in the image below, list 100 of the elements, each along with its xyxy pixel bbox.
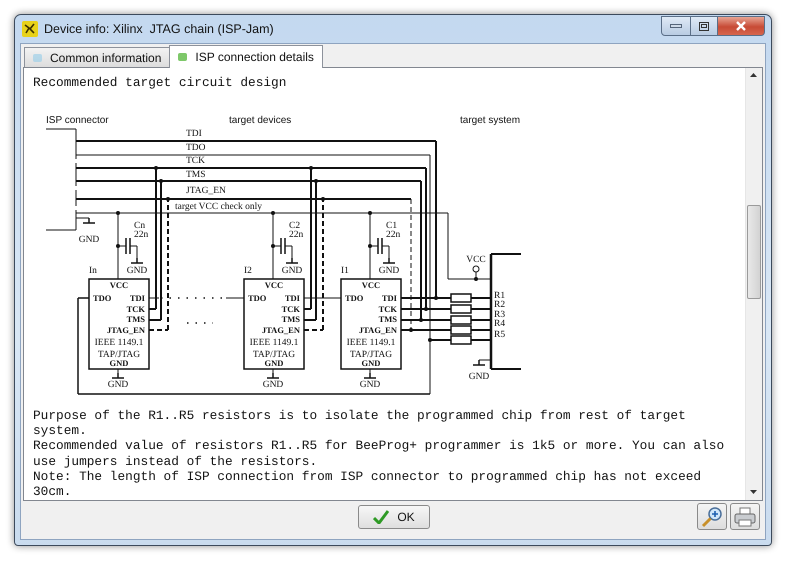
pin-label: JTAG_EN <box>106 325 145 335</box>
app-icon <box>22 21 38 37</box>
pin-label: VCC <box>264 280 284 290</box>
chip-label: I1 <box>341 266 349 276</box>
ground-icon <box>131 258 143 264</box>
capacitor-icon <box>118 238 138 258</box>
close-icon <box>735 21 747 31</box>
pin-label: JTAG_EN <box>358 325 397 335</box>
ground-icon <box>267 373 279 379</box>
resistor-label: R4 <box>494 319 506 329</box>
capacitor-value: 22n <box>134 230 148 240</box>
resistor-label: R3 <box>494 310 506 320</box>
zoom-button[interactable] <box>697 503 727 530</box>
pin-label: GND <box>264 358 284 368</box>
chip-label: I2 <box>244 266 252 276</box>
pin-label: TDI <box>284 293 300 303</box>
tab-icon <box>33 54 42 62</box>
chip-standard: IEEE 1149.1 <box>94 338 144 348</box>
ground-label: GND <box>360 380 380 390</box>
pin-label: TMS <box>378 314 397 324</box>
chip-interface: TAP/JTAG <box>252 350 296 360</box>
chip-standard: IEEE 1149.1 <box>346 338 396 348</box>
magnifier-icon <box>701 506 723 528</box>
pin-label: TDI <box>382 293 397 303</box>
ground-icon <box>286 258 298 264</box>
pin-label: GND <box>362 358 380 368</box>
resistor-label: R1 <box>494 291 506 301</box>
pin-label: TDO <box>345 293 364 303</box>
resistor-icon <box>450 293 472 303</box>
note-text: Recommended value of resistors R1..R5 for BeeProg+ programmer is 1k5 or more. You can also use jumpers instead of the resistors. <box>33 438 726 469</box>
capacitor-label: C1 <box>386 221 398 231</box>
signal-label: target VCC check only <box>175 202 262 212</box>
resistor-icon <box>450 335 472 345</box>
scroll-down-icon <box>750 490 757 494</box>
capacitor-label: Cn <box>134 221 146 231</box>
pin-label: TCK <box>282 304 300 314</box>
pin-label: TDO <box>93 293 112 303</box>
signal-label: TCK <box>186 156 205 166</box>
ground-icon <box>364 373 376 379</box>
ground-icon <box>473 360 485 366</box>
signal-label: TMS <box>186 170 206 180</box>
print-button[interactable] <box>730 503 760 530</box>
ground-label: GND <box>78 235 100 245</box>
scroll-up-icon <box>750 73 757 77</box>
capacitor-label: C2 <box>289 221 300 231</box>
minimize-button[interactable] <box>661 16 691 36</box>
scrollbar[interactable] <box>745 68 762 500</box>
signal-label: JTAG_EN <box>186 186 226 196</box>
pin-label: GND <box>110 358 128 368</box>
tab-icon <box>178 53 188 61</box>
pin-label: TMS <box>282 314 300 324</box>
checkmark-icon <box>373 510 390 524</box>
capacitor-value: 22n <box>289 230 304 240</box>
section-heading: Recommended target circuit design <box>33 75 288 91</box>
capacitor-value: 22n <box>386 230 400 240</box>
resistor-icon <box>450 315 472 325</box>
tab[interactable]: Common information <box>24 47 170 67</box>
pin-label: TDO <box>248 293 266 303</box>
ground-label: GND <box>468 372 490 382</box>
note-text: Purpose of the R1..R5 resistors is to isolate the programmed chip from rest of target system. <box>33 408 687 438</box>
chip-label: In <box>89 266 97 276</box>
pin-label: VCC <box>362 280 380 290</box>
chip-interface: TAP/JTAG <box>350 350 392 360</box>
pin-label: TDI <box>130 293 145 303</box>
section-label: ISP connector <box>46 115 109 126</box>
ground-label: GND <box>378 266 400 276</box>
capacitor-icon <box>272 238 292 258</box>
pin-label: JTAG_EN <box>262 325 300 335</box>
note-text: Note: The length of ISP connection from ISP connector to programmed chip has not exceed 30cm. <box>33 468 702 500</box>
maximize-button[interactable] <box>691 16 718 36</box>
ok-button[interactable]: OK <box>358 505 430 529</box>
scrollbar-thumb[interactable] <box>747 205 761 299</box>
pin-label: TCK <box>378 304 397 314</box>
resistor-icon <box>450 304 472 314</box>
ground-label: GND <box>108 380 128 390</box>
pin-label: VCC <box>110 280 128 290</box>
signal-label: TDO <box>186 143 206 153</box>
ground-icon <box>112 373 124 379</box>
maximize-icon <box>699 22 709 30</box>
pin-label: TMS <box>126 314 145 324</box>
ground-label: GND <box>262 380 284 390</box>
ground-icon <box>383 258 395 264</box>
section-label: target system <box>460 115 520 126</box>
tab[interactable]: ISP connection details <box>169 45 323 68</box>
chip-interface: TAP/JTAG <box>98 350 140 360</box>
printer-icon <box>734 506 756 526</box>
ground-label: GND <box>282 266 302 276</box>
vcc-label: VCC <box>466 255 486 265</box>
signal-label: TDI <box>186 129 202 139</box>
close-button[interactable] <box>718 16 765 36</box>
ground-label: GND <box>126 266 148 276</box>
window-title: Device info: Xilinx JTAG chain (ISP-Jam) <box>44 22 274 36</box>
section-label: target devices <box>229 115 292 126</box>
ground-icon <box>83 218 95 224</box>
capacitor-icon <box>370 238 390 258</box>
resistor-label: R2 <box>494 300 506 310</box>
pin-label: TCK <box>126 304 145 314</box>
resistor-label: R5 <box>494 330 506 340</box>
minimize-icon <box>670 23 682 29</box>
chip-standard: IEEE 1149.1 <box>250 338 298 348</box>
